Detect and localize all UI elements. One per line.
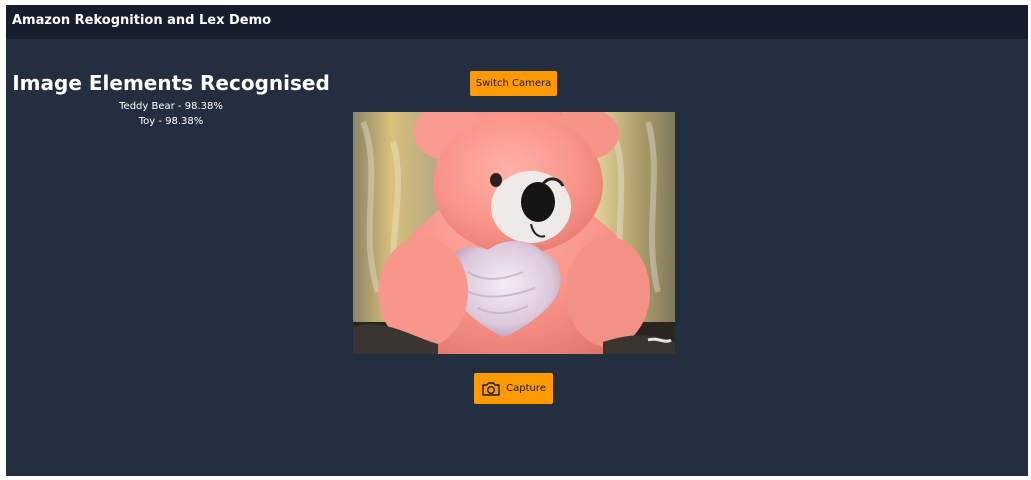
results-heading: Image Elements Recognised: [12, 71, 330, 95]
teddy-bear-camera-image: [353, 112, 675, 354]
switch-camera-label: Switch Camera: [475, 78, 552, 89]
app-title: Amazon Rekognition and Lex Demo: [12, 13, 272, 28]
top-navigation-bar: Amazon Rekognition and Lex Demo: [6, 5, 1028, 39]
camera-icon: [481, 381, 501, 397]
capture-button[interactable]: Capture: [474, 373, 553, 404]
camera-video-feed: [353, 112, 675, 354]
switch-camera-button[interactable]: Switch Camera: [470, 71, 557, 96]
recognised-label: Toy - 98.38%: [138, 116, 204, 127]
app-window: Amazon Rekognition and Lex Demo Image El…: [6, 5, 1028, 476]
recognised-label: Teddy Bear - 98.38%: [119, 101, 223, 112]
capture-label: Capture: [506, 383, 546, 394]
recognition-results-panel: Image Elements Recognised Teddy Bear - 9…: [6, 71, 336, 129]
